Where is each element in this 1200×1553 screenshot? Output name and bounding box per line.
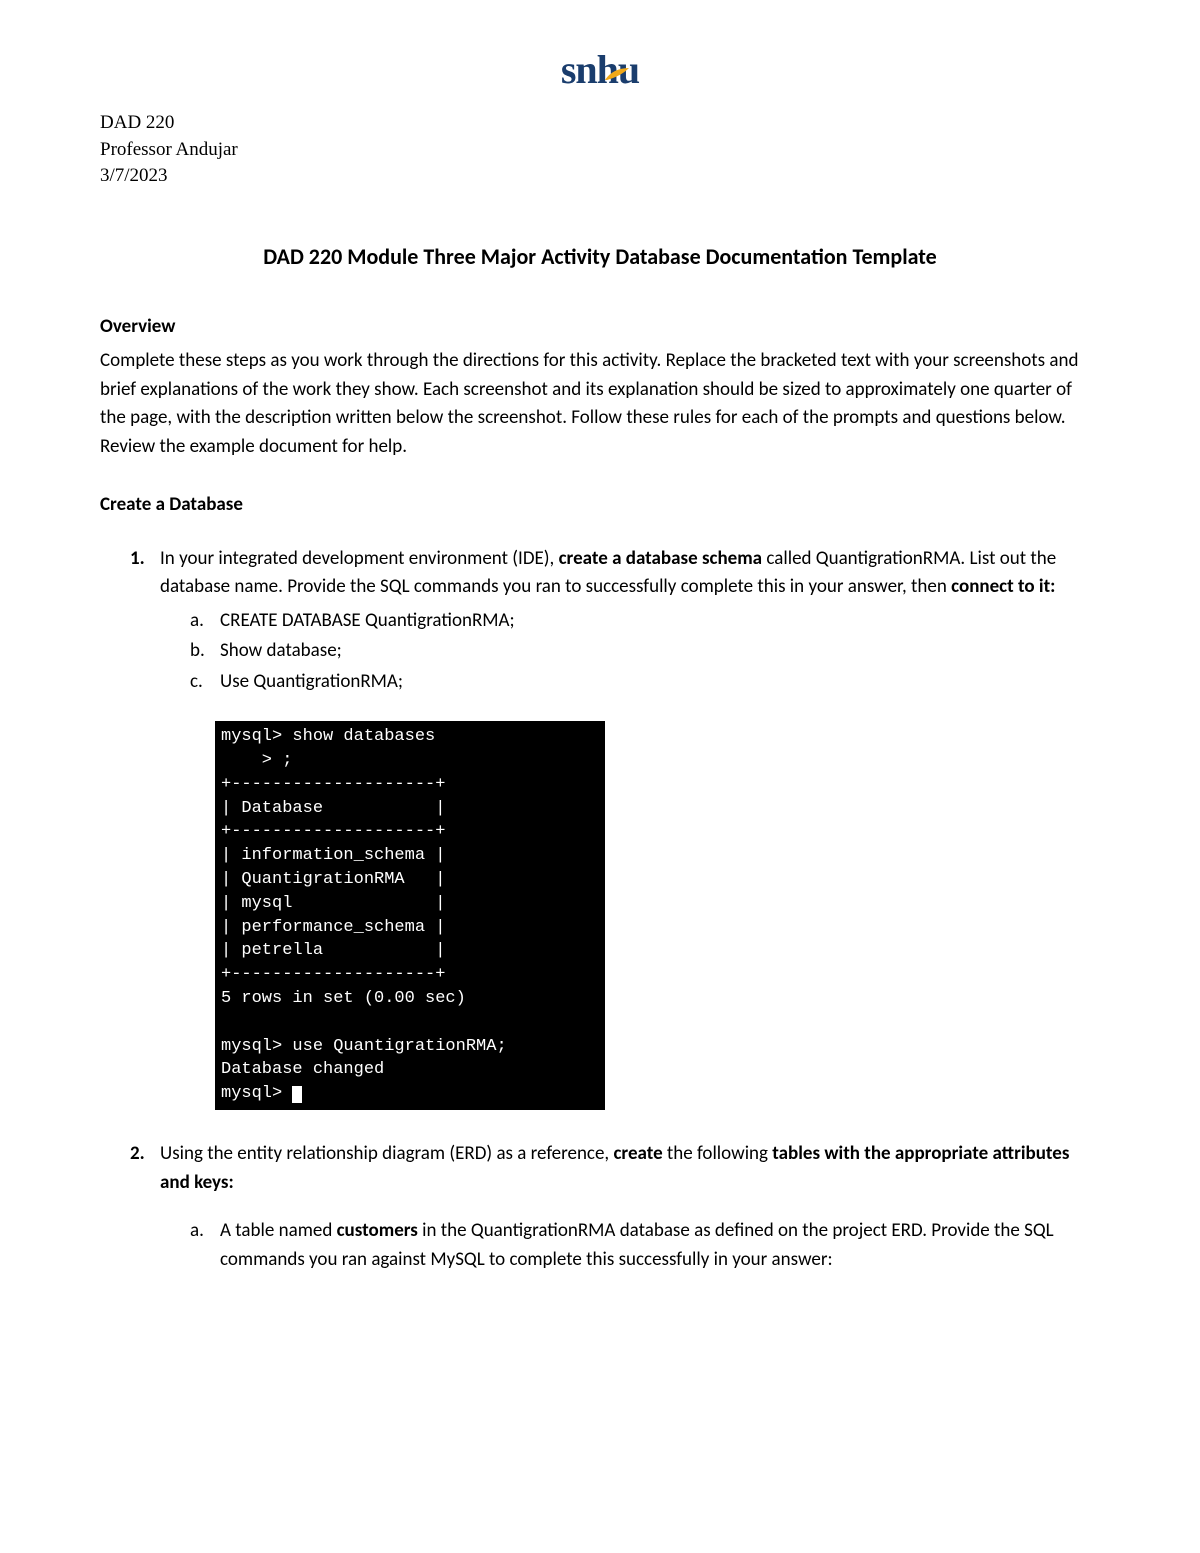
snhu-logo: snhu (561, 40, 639, 100)
overview-text: Complete these steps as you work through… (100, 347, 1100, 461)
document-title: DAD 220 Module Three Major Activity Data… (100, 240, 1100, 273)
item-number: 1. (130, 545, 145, 574)
logo-text: snhu (561, 47, 639, 92)
professor-name: Professor Andujar (100, 137, 1100, 164)
sub-item-1b: b. Show database; (190, 637, 1100, 666)
instruction-item-2: 2. Using the entity relationship diagram… (130, 1140, 1100, 1274)
item1-text: In your integrated development environme… (160, 547, 1056, 599)
sub-item-1a: a. CREATE DATABASE QuantigrationRMA; (190, 607, 1100, 636)
course-code: DAD 220 (100, 110, 1100, 137)
sub-2a-text: A table named customers in the Quantigra… (220, 1219, 1054, 1271)
logo-container: snhu (100, 40, 1100, 100)
instruction-item-1: 1. In your integrated development enviro… (130, 545, 1100, 1110)
sub-item-1c: c. Use QuantigrationRMA; (190, 668, 1100, 697)
document-date: 3/7/2023 (100, 163, 1100, 190)
item-number: 2. (130, 1140, 145, 1169)
instructions-list: 1. In your integrated development enviro… (100, 545, 1100, 1274)
sub-list-1: a. CREATE DATABASE QuantigrationRMA; b. … (160, 607, 1100, 697)
header-info: DAD 220 Professor Andujar 3/7/2023 (100, 110, 1100, 190)
cursor-icon (292, 1086, 302, 1103)
overview-heading: Overview (100, 313, 1100, 342)
sub-list-2: a. A table named customers in the Quanti… (160, 1217, 1100, 1274)
sub-item-2a: a. A table named customers in the Quanti… (190, 1217, 1100, 1274)
terminal-screenshot: mysql> show databases > ; +-------------… (215, 721, 605, 1110)
item2-text: Using the entity relationship diagram (E… (160, 1142, 1069, 1194)
create-database-heading: Create a Database (100, 491, 1100, 520)
leaf-icon (603, 39, 631, 99)
